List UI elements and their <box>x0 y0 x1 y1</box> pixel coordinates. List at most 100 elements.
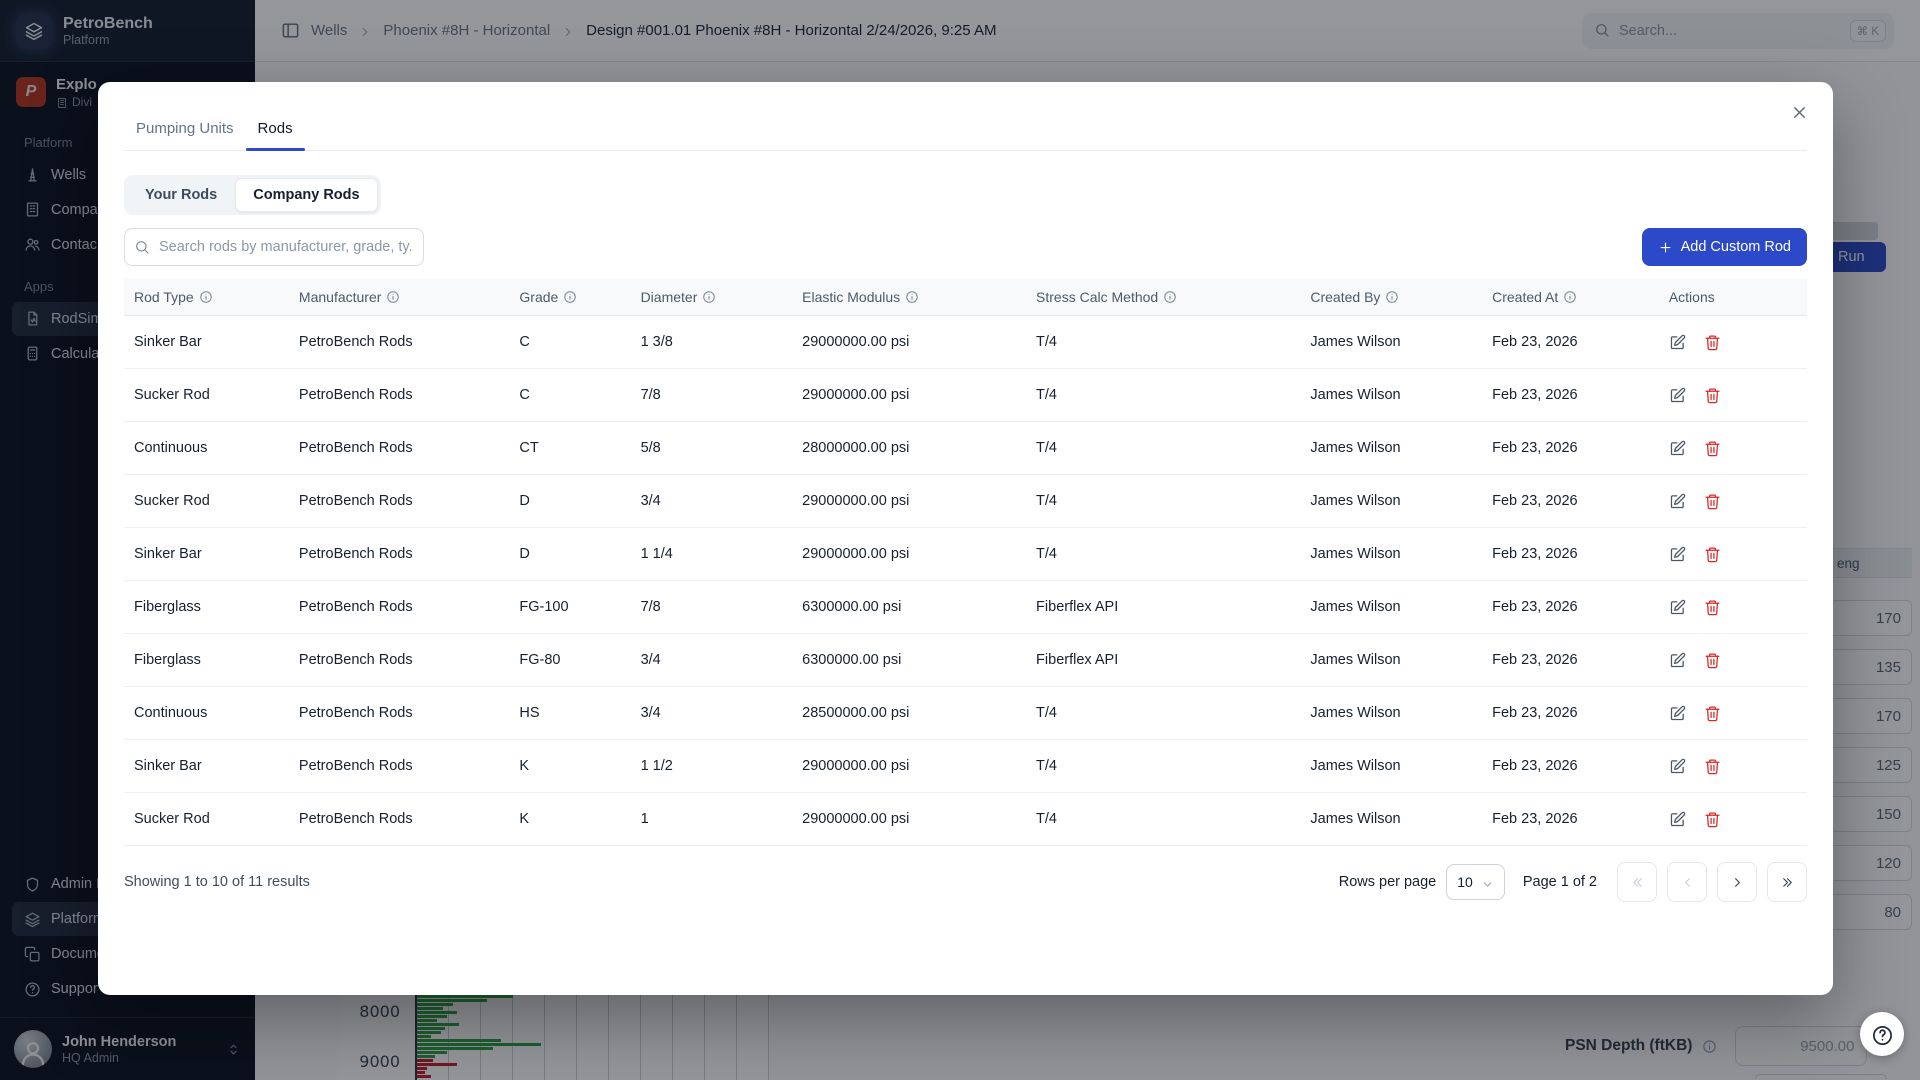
delete-rod-button[interactable] <box>1704 491 1721 511</box>
rod-search-input[interactable] <box>124 228 424 266</box>
table-row: ContinuousPetroBench RodsCT5/828000000.0… <box>124 422 1807 475</box>
cell-grade: CT <box>509 422 630 475</box>
cell-grade: C <box>509 369 630 422</box>
cell-actions <box>1659 422 1807 475</box>
add-custom-rod-label: Add Custom Rod <box>1681 239 1791 255</box>
edit-rod-button[interactable] <box>1669 385 1686 405</box>
modal-tabs: Pumping Units Rods <box>124 82 1807 151</box>
rows-per-page-select[interactable]: 10 <box>1446 864 1505 900</box>
info-icon <box>697 289 716 305</box>
chevrons-right-icon <box>1780 874 1795 891</box>
table-row: Sucker RodPetroBench RodsC7/829000000.00… <box>124 369 1807 422</box>
cell-rod_type: Fiberglass <box>124 581 289 634</box>
delete-rod-button[interactable] <box>1704 597 1721 617</box>
tab-rods[interactable]: Rods <box>246 120 305 150</box>
cell-elastic_modulus: 29000000.00 psi <box>792 369 1026 422</box>
cell-created_by: James Wilson <box>1300 581 1482 634</box>
cell-stress_calc: Fiberflex API <box>1026 634 1300 687</box>
cell-rod_type: Sinker Bar <box>124 316 289 369</box>
cell-created_at: Feb 23, 2026 <box>1482 369 1659 422</box>
add-custom-rod-button[interactable]: Add Custom Rod <box>1642 228 1807 266</box>
cell-diameter: 5/8 <box>631 422 793 475</box>
cell-rod_type: Sinker Bar <box>124 740 289 793</box>
cell-actions <box>1659 475 1807 528</box>
chevrons-left-icon <box>1630 874 1645 891</box>
cell-diameter: 1 <box>631 793 793 846</box>
cell-created_at: Feb 23, 2026 <box>1482 422 1659 475</box>
edit-rod-button[interactable] <box>1669 544 1686 564</box>
delete-rod-button[interactable] <box>1704 438 1721 458</box>
cell-actions <box>1659 581 1807 634</box>
last-page-button[interactable] <box>1767 862 1807 902</box>
delete-rod-button[interactable] <box>1704 703 1721 723</box>
delete-rod-button[interactable] <box>1704 385 1721 405</box>
cell-manufacturer: PetroBench Rods <box>289 528 509 581</box>
edit-rod-button[interactable] <box>1669 756 1686 776</box>
previous-page-button[interactable] <box>1667 862 1707 902</box>
table-row: Sucker RodPetroBench RodsK129000000.00 p… <box>124 793 1807 846</box>
delete-rod-button[interactable] <box>1704 756 1721 776</box>
cell-grade: K <box>509 793 630 846</box>
cell-diameter: 3/4 <box>631 687 793 740</box>
cell-manufacturer: PetroBench Rods <box>289 740 509 793</box>
cell-created_at: Feb 23, 2026 <box>1482 581 1659 634</box>
cell-manufacturer: PetroBench Rods <box>289 369 509 422</box>
cell-stress_calc: T/4 <box>1026 793 1300 846</box>
tab-pumping-units[interactable]: Pumping Units <box>124 120 246 150</box>
column-header-actions: Actions <box>1659 279 1807 316</box>
delete-rod-button[interactable] <box>1704 332 1721 352</box>
results-summary: Showing 1 to 10 of 11 results <box>124 874 310 890</box>
edit-rod-button[interactable] <box>1669 597 1686 617</box>
edit-rod-button[interactable] <box>1669 650 1686 670</box>
cell-created_at: Feb 23, 2026 <box>1482 528 1659 581</box>
column-header-created-by: Created By <box>1300 279 1482 316</box>
cell-grade: HS <box>509 687 630 740</box>
next-page-button[interactable] <box>1717 862 1757 902</box>
cell-diameter: 7/8 <box>631 581 793 634</box>
info-icon <box>558 289 577 305</box>
delete-rod-button[interactable] <box>1704 544 1721 564</box>
cell-diameter: 3/4 <box>631 475 793 528</box>
rods-toolbar: Add Custom Rod <box>124 228 1807 266</box>
rows-per-page-label: Rows per page <box>1339 874 1437 890</box>
cell-actions <box>1659 740 1807 793</box>
cell-rod_type: Sinker Bar <box>124 528 289 581</box>
cell-elastic_modulus: 28000000.00 psi <box>792 422 1026 475</box>
info-icon <box>1158 289 1177 305</box>
edit-rod-button[interactable] <box>1669 438 1686 458</box>
subtab-your-rods[interactable]: Your Rods <box>127 178 235 212</box>
edit-rod-button[interactable] <box>1669 332 1686 352</box>
cell-elastic_modulus: 6300000.00 psi <box>792 581 1026 634</box>
cell-created_by: James Wilson <box>1300 316 1482 369</box>
subtab-company-rods[interactable]: Company Rods <box>235 178 377 212</box>
info-icon <box>900 289 919 305</box>
cell-stress_calc: T/4 <box>1026 422 1300 475</box>
chevron-down-icon <box>1481 876 1494 889</box>
cell-created_by: James Wilson <box>1300 369 1482 422</box>
cell-grade: FG-100 <box>509 581 630 634</box>
cell-created_at: Feb 23, 2026 <box>1482 740 1659 793</box>
edit-rod-button[interactable] <box>1669 809 1686 829</box>
cell-manufacturer: PetroBench Rods <box>289 793 509 846</box>
rods-scope-toggle: Your Rods Company Rods <box>124 175 381 215</box>
delete-rod-button[interactable] <box>1704 650 1721 670</box>
cell-elastic_modulus: 28500000.00 psi <box>792 687 1026 740</box>
help-icon <box>1871 1021 1894 1048</box>
cell-rod_type: Sucker Rod <box>124 369 289 422</box>
cell-elastic_modulus: 29000000.00 psi <box>792 793 1026 846</box>
first-page-button[interactable] <box>1617 862 1657 902</box>
delete-rod-button[interactable] <box>1704 809 1721 829</box>
cell-grade: D <box>509 528 630 581</box>
help-button[interactable] <box>1860 1012 1904 1056</box>
rods-table: Rod TypeManufacturerGradeDiameterElastic… <box>124 279 1807 846</box>
edit-rod-button[interactable] <box>1669 703 1686 723</box>
cell-created_at: Feb 23, 2026 <box>1482 475 1659 528</box>
cell-stress_calc: T/4 <box>1026 528 1300 581</box>
cell-created_by: James Wilson <box>1300 634 1482 687</box>
plus-icon <box>1658 239 1673 255</box>
cell-created_at: Feb 23, 2026 <box>1482 687 1659 740</box>
close-button[interactable] <box>1786 98 1813 128</box>
cell-diameter: 3/4 <box>631 634 793 687</box>
edit-rod-button[interactable] <box>1669 491 1686 511</box>
cell-diameter: 1 1/4 <box>631 528 793 581</box>
